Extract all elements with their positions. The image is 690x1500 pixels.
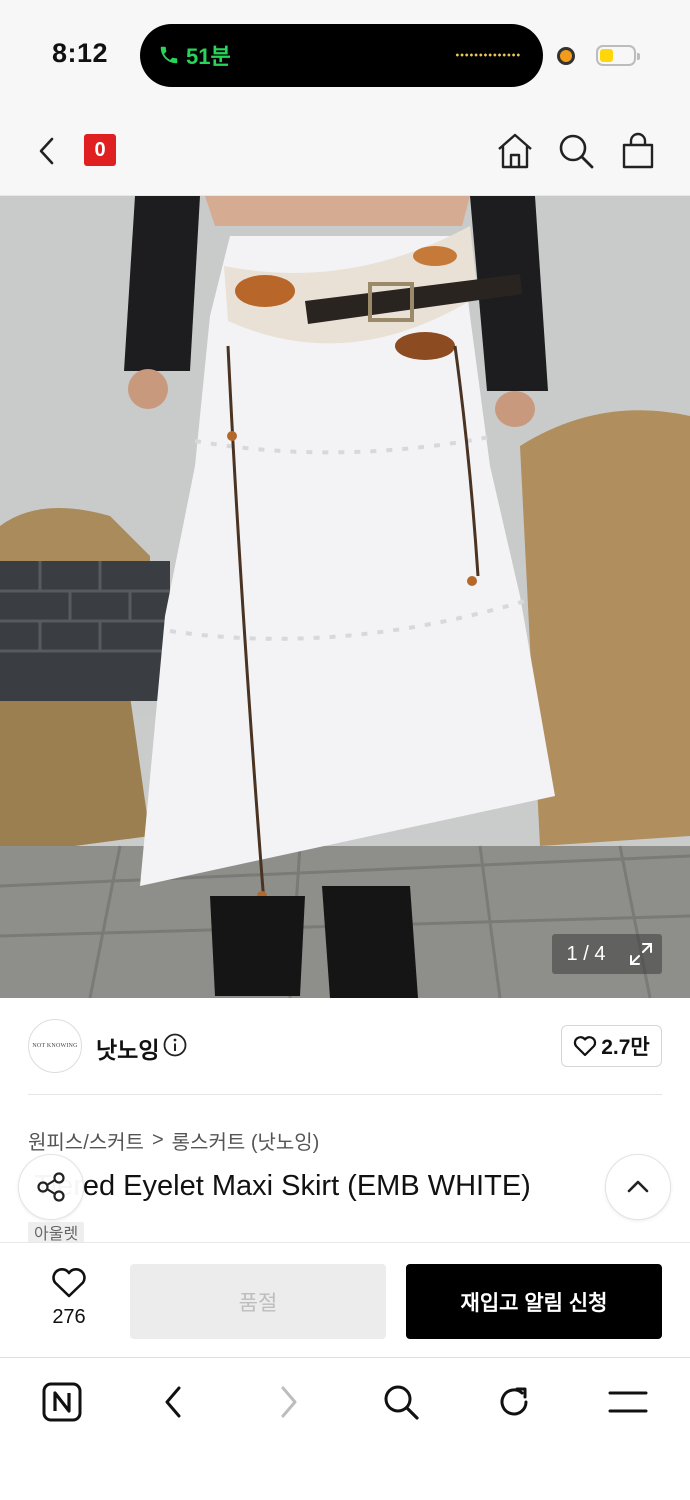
- scroll-top-button[interactable]: [605, 1154, 671, 1220]
- brand-like-button[interactable]: 2.7만: [561, 1025, 662, 1067]
- brand-logo[interactable]: NOT KNOWING: [28, 1019, 82, 1073]
- naver-home-icon[interactable]: [40, 1380, 84, 1424]
- back-icon[interactable]: [30, 133, 66, 169]
- browser-back-icon[interactable]: [152, 1380, 196, 1424]
- heart-icon: [52, 1268, 86, 1298]
- breadcrumb: 원피스/스커트 > 롱스커트 (낫노잉): [28, 1126, 319, 1155]
- chevron-right-icon: >: [151, 1129, 164, 1151]
- brand-name[interactable]: 낫노잉: [96, 1031, 159, 1065]
- search-icon[interactable]: [556, 131, 596, 171]
- info-icon[interactable]: [163, 1033, 187, 1057]
- expand-icon[interactable]: [620, 934, 662, 974]
- cart-count-badge[interactable]: 0: [84, 134, 116, 166]
- breadcrumb-category[interactable]: 원피스/스커트: [28, 1126, 144, 1155]
- breadcrumb-subcategory[interactable]: 롱스커트 (낫노잉): [172, 1126, 320, 1155]
- audio-wave-icon: [455, 52, 521, 58]
- shopping-bag-icon[interactable]: [618, 131, 658, 171]
- menu-icon[interactable]: [606, 1380, 650, 1424]
- refresh-icon[interactable]: [492, 1380, 536, 1424]
- chevron-up-icon: [627, 1180, 649, 1193]
- heart-icon: [574, 1036, 597, 1057]
- wishlist-button[interactable]: 276: [36, 1267, 102, 1329]
- share-button[interactable]: [18, 1154, 84, 1220]
- wishlist-count: 276: [52, 1306, 86, 1328]
- recording-dot-icon: [557, 47, 575, 65]
- image-counter: 1 / 4: [552, 934, 620, 974]
- browser-search-icon[interactable]: [379, 1380, 423, 1424]
- app-header: 0: [0, 106, 690, 292]
- clock: 8:12: [52, 38, 109, 68]
- product-title: Tiered Eyelet Maxi Skirt (EMB WHITE): [34, 1170, 531, 1202]
- battery-icon: [596, 45, 640, 66]
- browser-forward-icon[interactable]: [266, 1380, 310, 1424]
- call-indicator[interactable]: 51분: [158, 39, 231, 71]
- share-icon: [37, 1172, 65, 1202]
- brand-like-count: 2.7만: [601, 1036, 650, 1059]
- purchase-bar: 276 품절 재입고 알림 신청: [0, 1242, 690, 1358]
- product-image[interactable]: [0, 196, 690, 998]
- status-bar: 8:12 51분: [0, 0, 690, 106]
- call-duration: 51분: [186, 44, 231, 69]
- browser-toolbar: [0, 1358, 690, 1500]
- phone-icon: [160, 46, 178, 64]
- divider: [28, 1094, 662, 1095]
- dynamic-island[interactable]: 51분: [140, 24, 543, 87]
- restock-alert-button[interactable]: 재입고 알림 신청: [406, 1264, 662, 1339]
- home-icon[interactable]: [495, 131, 535, 171]
- soldout-button: 품절: [130, 1264, 386, 1339]
- skirt-photo: [0, 196, 690, 998]
- outlet-tag: 아울렛: [28, 1222, 85, 1242]
